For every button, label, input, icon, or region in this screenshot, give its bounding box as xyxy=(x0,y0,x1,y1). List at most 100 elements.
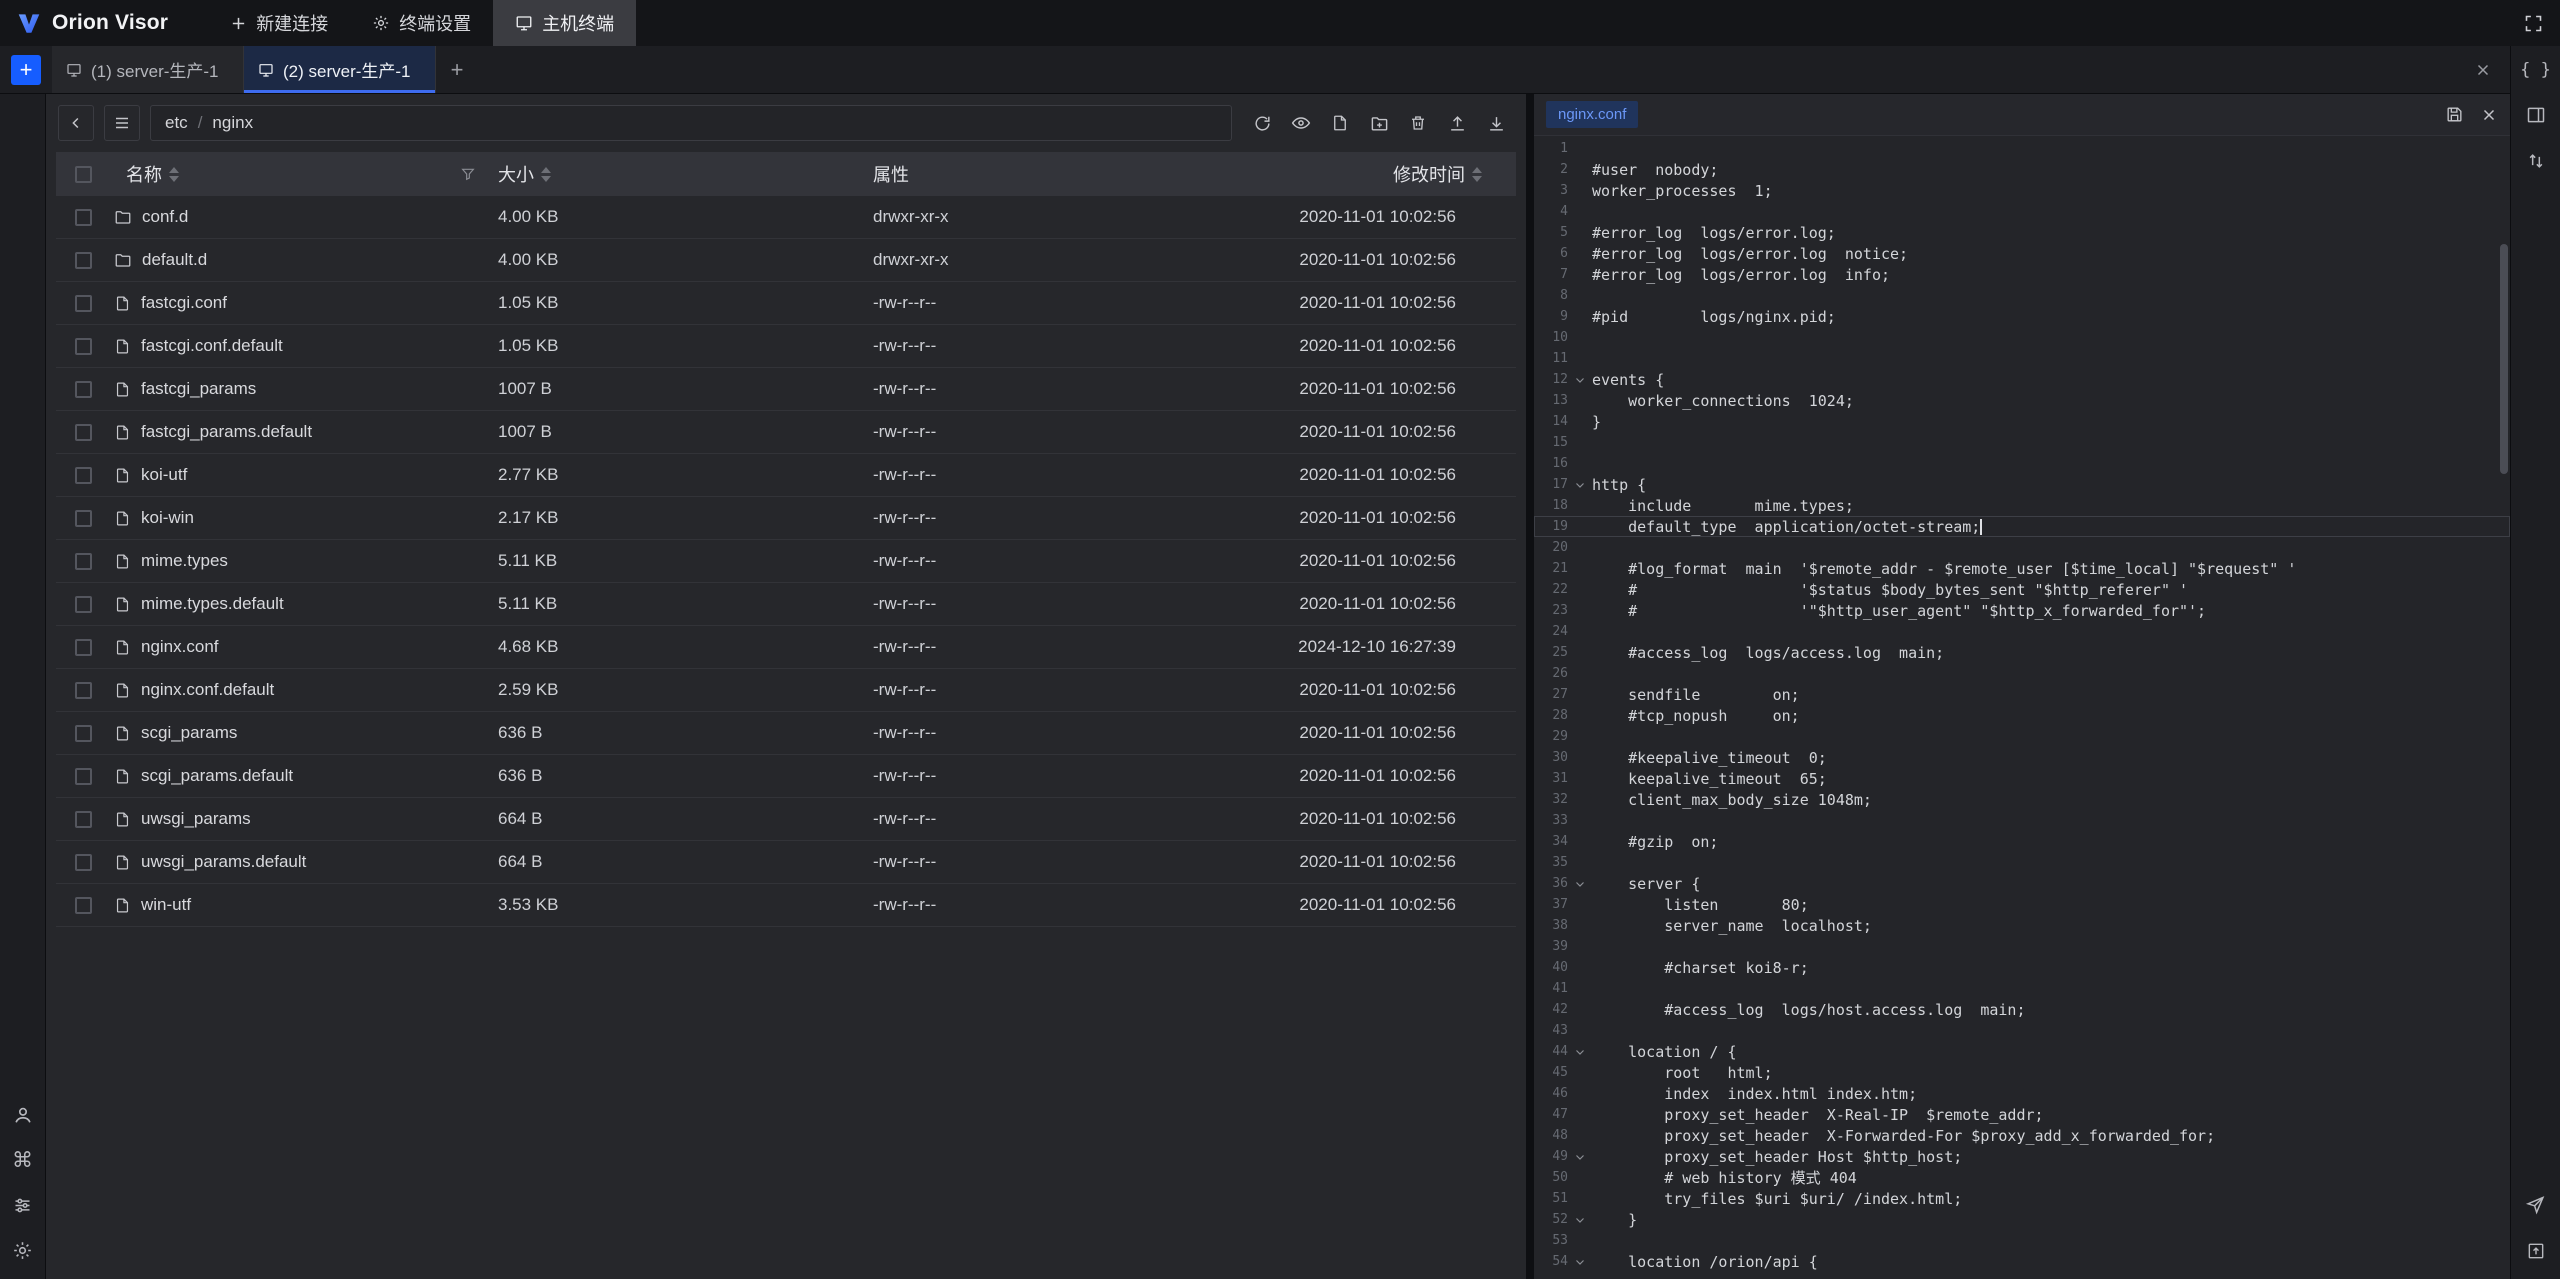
code-line[interactable]: 16 xyxy=(1534,453,2510,474)
file-row[interactable]: mime.types 5.11 KB -rw-r--r-- 2020-11-01… xyxy=(56,540,1516,583)
code-line[interactable]: 37 listen 80; xyxy=(1534,894,2510,915)
code-line[interactable]: 1 xyxy=(1534,138,2510,159)
file-row[interactable]: scgi_params.default 636 B -rw-r--r-- 202… xyxy=(56,755,1516,798)
fullscreen-button[interactable] xyxy=(2507,0,2560,46)
code-line[interactable]: 14 } xyxy=(1534,411,2510,432)
code-line[interactable]: 5 #error_log logs/error.log; xyxy=(1534,222,2510,243)
row-checkbox[interactable] xyxy=(75,209,92,226)
file-row[interactable]: uwsgi_params.default 664 B -rw-r--r-- 20… xyxy=(56,841,1516,884)
code-line[interactable]: 3 worker_processes 1; xyxy=(1534,180,2510,201)
code-line[interactable]: 54 location /orion/api { xyxy=(1534,1251,2510,1272)
file-row[interactable]: koi-utf 2.77 KB -rw-r--r-- 2020-11-01 10… xyxy=(56,454,1516,497)
sort-name[interactable] xyxy=(169,167,179,182)
command-snippets-button[interactable]: ⌘ xyxy=(12,1150,33,1171)
filter-button[interactable] xyxy=(460,166,476,182)
code-line[interactable]: 8 xyxy=(1534,285,2510,306)
sort-size[interactable] xyxy=(541,167,551,182)
layout-toggle-button[interactable] xyxy=(2526,105,2546,125)
code-line[interactable]: 18 include mime.types; xyxy=(1534,495,2510,516)
row-checkbox[interactable] xyxy=(75,596,92,613)
code-line[interactable]: 46 index index.html index.htm; xyxy=(1534,1083,2510,1104)
code-line[interactable]: 42 #access_log logs/host.access.log main… xyxy=(1534,999,2510,1020)
save-file-button[interactable] xyxy=(2445,105,2464,124)
code-line[interactable]: 53 xyxy=(1534,1230,2510,1251)
code-line[interactable]: 39 xyxy=(1534,936,2510,957)
breadcrumb-segment[interactable]: nginx xyxy=(212,113,253,133)
code-line[interactable]: 15 xyxy=(1534,432,2510,453)
code-line[interactable]: 29 xyxy=(1534,726,2510,747)
panel-resize-handle[interactable] xyxy=(1526,94,1534,1279)
code-line[interactable]: 44 location / { xyxy=(1534,1041,2510,1062)
fold-icon[interactable] xyxy=(1568,1151,1592,1163)
code-line[interactable]: 17 http { xyxy=(1534,474,2510,495)
row-checkbox[interactable] xyxy=(75,854,92,871)
new-connection-button[interactable]: + xyxy=(11,55,41,85)
code-line[interactable]: 40 #charset koi8-r; xyxy=(1534,957,2510,978)
open-file-chip[interactable]: nginx.conf xyxy=(1546,101,1638,128)
breadcrumb-segment[interactable]: etc xyxy=(165,113,188,133)
back-button[interactable] xyxy=(58,105,94,141)
row-checkbox[interactable] xyxy=(75,338,92,355)
file-row[interactable]: scgi_params 636 B -rw-r--r-- 2020-11-01 … xyxy=(56,712,1516,755)
code-line[interactable]: 19 default_type application/octet-stream… xyxy=(1534,516,2510,537)
file-row[interactable]: fastcgi.conf 1.05 KB -rw-r--r-- 2020-11-… xyxy=(56,282,1516,325)
file-row[interactable]: mime.types.default 5.11 KB -rw-r--r-- 20… xyxy=(56,583,1516,626)
file-row[interactable]: fastcgi_params 1007 B -rw-r--r-- 2020-11… xyxy=(56,368,1516,411)
code-line[interactable]: 11 xyxy=(1534,348,2510,369)
fold-icon[interactable] xyxy=(1568,1046,1592,1058)
preview-button[interactable] xyxy=(1283,105,1319,141)
code-line[interactable]: 34 #gzip on; xyxy=(1534,831,2510,852)
export-button[interactable] xyxy=(2526,1241,2546,1261)
row-checkbox[interactable] xyxy=(75,725,92,742)
fold-icon[interactable] xyxy=(1568,479,1592,491)
code-line[interactable]: 36 server { xyxy=(1534,873,2510,894)
code-line[interactable]: 51 try_files $uri $uri/ /index.html; xyxy=(1534,1188,2510,1209)
fold-icon[interactable] xyxy=(1568,1256,1592,1268)
delete-button[interactable] xyxy=(1400,105,1436,141)
row-checkbox[interactable] xyxy=(75,467,92,484)
file-row[interactable]: koi-win 2.17 KB -rw-r--r-- 2020-11-01 10… xyxy=(56,497,1516,540)
fold-icon[interactable] xyxy=(1568,374,1592,386)
code-line[interactable]: 41 xyxy=(1534,978,2510,999)
code-line[interactable]: 27 sendfile on; xyxy=(1534,684,2510,705)
file-row[interactable]: fastcgi_params.default 1007 B -rw-r--r--… xyxy=(56,411,1516,454)
menu-item-new-connection[interactable]: 新建连接 xyxy=(208,0,350,46)
list-view-button[interactable] xyxy=(104,105,140,141)
code-line[interactable]: 23 # '"$http_user_agent" "$http_x_forwar… xyxy=(1534,600,2510,621)
code-line[interactable]: 9 #pid logs/nginx.pid; xyxy=(1534,306,2510,327)
code-line[interactable]: 20 xyxy=(1534,537,2510,558)
code-line[interactable]: 38 server_name localhost; xyxy=(1534,915,2510,936)
row-checkbox[interactable] xyxy=(75,768,92,785)
code-line[interactable]: 26 xyxy=(1534,663,2510,684)
code-line[interactable]: 28 #tcp_nopush on; xyxy=(1534,705,2510,726)
path-breadcrumb[interactable]: etc / nginx xyxy=(150,105,1232,141)
row-checkbox[interactable] xyxy=(75,811,92,828)
code-line[interactable]: 52 } xyxy=(1534,1209,2510,1230)
fold-icon[interactable] xyxy=(1568,878,1592,890)
row-checkbox[interactable] xyxy=(75,381,92,398)
panel-close-button[interactable] xyxy=(2474,61,2492,79)
add-tab-button[interactable]: + xyxy=(436,46,478,93)
row-checkbox[interactable] xyxy=(75,510,92,527)
code-line[interactable]: 2 #user nobody; xyxy=(1534,159,2510,180)
select-all-checkbox[interactable] xyxy=(75,166,92,183)
code-line[interactable]: 50 # web history 模式 404 xyxy=(1534,1167,2510,1188)
row-checkbox[interactable] xyxy=(75,553,92,570)
download-button[interactable] xyxy=(1478,105,1514,141)
new-folder-button[interactable] xyxy=(1361,105,1397,141)
code-line[interactable]: 13 worker_connections 1024; xyxy=(1534,390,2510,411)
code-line[interactable]: 43 xyxy=(1534,1020,2510,1041)
code-line[interactable]: 49 proxy_set_header Host $http_host; xyxy=(1534,1146,2510,1167)
close-editor-button[interactable] xyxy=(2480,106,2498,124)
code-line[interactable]: 33 xyxy=(1534,810,2510,831)
refresh-button[interactable] xyxy=(1244,105,1280,141)
code-line[interactable]: 48 proxy_set_header X-Forwarded-For $pro… xyxy=(1534,1125,2510,1146)
code-line[interactable]: 31 keepalive_timeout 65; xyxy=(1534,768,2510,789)
code-line[interactable]: 35 xyxy=(1534,852,2510,873)
code-line[interactable]: 30 #keepalive_timeout 0; xyxy=(1534,747,2510,768)
code-line[interactable]: 32 client_max_body_size 1048m; xyxy=(1534,789,2510,810)
terminal-tab-1[interactable]: (1) server-生产-1 xyxy=(52,46,244,93)
file-row[interactable]: nginx.conf.default 2.59 KB -rw-r--r-- 20… xyxy=(56,669,1516,712)
file-row[interactable]: conf.d 4.00 KB drwxr-xr-x 2020-11-01 10:… xyxy=(56,196,1516,239)
editor-code[interactable]: 1 2 #user nobody; 3 worker_processes 1; … xyxy=(1534,136,2510,1279)
